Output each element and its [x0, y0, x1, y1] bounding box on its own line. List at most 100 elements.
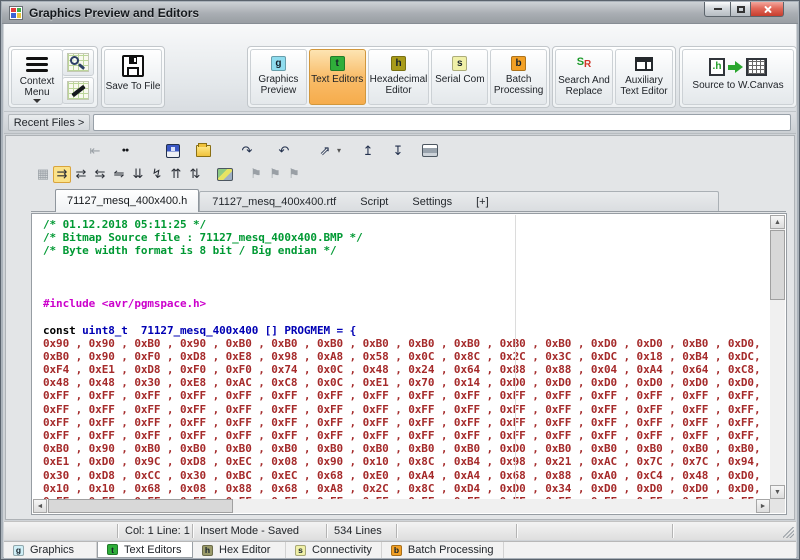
flip-vertical-icon[interactable]: ⇅: [186, 166, 204, 183]
status-bar: Col: 1 Line: 1 Insert Mode - Saved 534 L…: [4, 521, 796, 540]
search-replace-icon: SR: [577, 56, 592, 71]
redo-icon[interactable]: ↷: [238, 142, 256, 159]
bottom-tab-bar: g Graphics tText Editors h Hex Editor sConnec…: [4, 541, 796, 558]
hex-editor-icon: h: [202, 545, 213, 556]
code-line: [43, 284, 770, 297]
line-count: 534 Lines: [334, 525, 382, 537]
code-line: 0xFF , 0xFF , 0xFF , 0xFF , 0xFF , 0xFF …: [43, 403, 770, 416]
doc-tab[interactable]: [+]: [464, 192, 501, 211]
code-line: 0x48 , 0x48 , 0x30 , 0xE8 , 0xAC , 0xC8 …: [43, 376, 770, 389]
code-line: 0xFF , 0xFF , 0xFF , 0xFF , 0xFF , 0xFF …: [43, 429, 770, 442]
shift-bytes-right-icon[interactable]: ⇉: [53, 166, 71, 183]
scroll-up-arrow[interactable]: ▲: [770, 215, 785, 229]
find-icon[interactable]: ●●: [116, 142, 134, 159]
shift-up-icon[interactable]: ⇈: [167, 166, 185, 183]
recent-files-field[interactable]: [93, 114, 791, 131]
code-line: 0xFF , 0xFF , 0xFF , 0xFF , 0xFF , 0xFF …: [43, 416, 770, 429]
save-icon[interactable]: [166, 144, 180, 158]
export-icon[interactable]: ⇗: [316, 142, 334, 159]
data-table-icon[interactable]: ▦: [34, 166, 52, 183]
auxiliary-text-editor-label: Auxiliary Text Editor: [616, 75, 672, 97]
title-bar: Graphics Preview and Editors: [2, 2, 798, 24]
code-text[interactable]: /* 01.12.2018 05:11:25 *//* Bitmap Sourc…: [33, 215, 770, 499]
magnifier-grid-icon: [67, 53, 89, 72]
doc-tab-active[interactable]: 71127_mesq_400x400.h: [55, 189, 199, 212]
undo-icon[interactable]: ↶: [275, 142, 293, 159]
hamburger-icon: [26, 57, 48, 75]
minimize-button[interactable]: [704, 2, 731, 17]
code-line: 0xE1 , 0xD0 , 0x9C , 0xD8 , 0xEC , 0x08 …: [43, 455, 770, 468]
maximize-button[interactable]: [731, 2, 751, 17]
ribbon-button-hexadecimal-editor[interactable]: hHexadecimal Editor: [368, 49, 430, 105]
ribbon-button-label: Graphics Preview: [251, 74, 306, 96]
ribbon-button-serial-com[interactable]: sSerial Com: [431, 49, 488, 105]
bottom-tab-batch-processing[interactable]: bBatch Processing: [382, 542, 504, 558]
ribbon-button-batch-processing[interactable]: bBatch Processing: [490, 49, 547, 105]
recent-files-button[interactable]: Recent Files >: [8, 114, 90, 131]
code-editor: /* 01.12.2018 05:11:25 *//* Bitmap Sourc…: [31, 213, 787, 515]
code-line: 0xB0 , 0x90 , 0xF0 , 0xD8 , 0xE8 , 0x98 …: [43, 350, 770, 363]
scroll-left-arrow[interactable]: ◄: [33, 499, 47, 513]
right-margin-line: [515, 215, 516, 499]
document-tab-bar: 71127_mesq_400x400.h 71127_mesq_400x400.…: [31, 188, 786, 212]
ribbon: Context Menu Save To File gGraphics Prev…: [4, 24, 796, 112]
ribbon-group-tools: SR Search And Replace Auxiliary Text Edi…: [552, 46, 676, 108]
identifier: uint8_t 71127_mesq_400x400 [] PROGMEM = …: [76, 324, 356, 337]
open-file-icon[interactable]: [196, 145, 211, 157]
bottom-tab-hex-editor[interactable]: h Hex Editor: [193, 542, 286, 558]
bottom-tab-graphics[interactable]: g Graphics: [4, 542, 97, 558]
split-window-icon: [635, 57, 653, 71]
shift-down-icon[interactable]: ⇊: [129, 166, 147, 183]
graphics-icon: g: [13, 545, 24, 556]
rotate-data-icon[interactable]: ↯: [148, 166, 166, 183]
auxiliary-text-editor-button[interactable]: Auxiliary Text Editor: [615, 49, 673, 105]
ribbon-group-menu: Context Menu: [8, 46, 98, 108]
code-line: 0x90 , 0x90 , 0xB0 , 0x90 , 0xB0 , 0xB0 …: [43, 337, 770, 350]
text-editors-icon: t: [330, 56, 345, 71]
zoom-grid-button[interactable]: [62, 49, 94, 76]
bookmark-1-icon[interactable]: ⚑: [247, 166, 265, 183]
reverse-row-icon[interactable]: ⇆: [91, 166, 109, 183]
convert-output-icon[interactable]: [217, 168, 233, 181]
doc-tab[interactable]: 71127_mesq_400x400.rtf: [200, 192, 348, 211]
mirror-data-icon[interactable]: ⇋: [110, 166, 128, 183]
keyword: const: [43, 324, 76, 337]
swap-bytes-icon[interactable]: ⇄: [72, 166, 90, 183]
ribbon-button-text-editors[interactable]: tText Editors: [309, 49, 366, 105]
export-dropdown-icon[interactable]: ▾: [334, 142, 344, 159]
ribbon-button-graphics-preview[interactable]: gGraphics Preview: [250, 49, 307, 105]
editor-toolbar-row1: ⇤ ●● ↷ ↶ ⇗▾ ↥ ↧: [31, 140, 786, 161]
doc-tab[interactable]: Settings: [400, 192, 464, 211]
ribbon-group-apps: gGraphics PreviewtText EditorshHexadecim…: [247, 46, 550, 108]
ribbon-button-label: Batch Processing: [491, 74, 546, 96]
code-line: #include <avr/pgmspace.h>: [43, 297, 770, 310]
scroll-right-arrow[interactable]: ►: [756, 499, 770, 513]
save-to-file-button[interactable]: Save To File: [104, 49, 162, 105]
resize-grip[interactable]: [783, 527, 794, 538]
scroll-to-top-icon[interactable]: ↥: [359, 142, 377, 159]
bookmark-2-icon[interactable]: ⚑: [266, 166, 284, 183]
bottom-tab-label: Hex Editor: [219, 544, 270, 556]
scroll-to-bottom-icon[interactable]: ↧: [389, 142, 407, 159]
context-menu-button[interactable]: Context Menu: [11, 49, 63, 105]
pen-grid-button[interactable]: [62, 77, 94, 104]
app-icon: [9, 6, 23, 20]
scroll-down-arrow[interactable]: ▼: [770, 485, 785, 499]
minimize-icon: [714, 8, 722, 10]
bottom-tab-label: Batch Processing: [408, 544, 494, 556]
vertical-scrollbar[interactable]: ▲ ▼: [770, 215, 785, 499]
bottom-tab-label: Graphics: [30, 544, 74, 556]
close-button[interactable]: [751, 2, 784, 17]
doc-tab[interactable]: Script: [348, 192, 400, 211]
vertical-scroll-thumb[interactable]: [770, 230, 785, 300]
source-to-canvas-button[interactable]: .h Source to W.Canvas: [682, 49, 794, 105]
print-icon[interactable]: [422, 144, 438, 157]
close-file-icon[interactable]: ⇤: [86, 142, 104, 159]
horizontal-scroll-thumb[interactable]: [48, 499, 233, 513]
search-and-replace-button[interactable]: SR Search And Replace: [555, 49, 613, 105]
floppy-disk-icon: [122, 55, 144, 77]
bottom-tab-connectivity[interactable]: sConnectivity: [286, 542, 382, 558]
bookmark-3-icon[interactable]: ⚑: [285, 166, 303, 183]
bottom-tab-text-editors[interactable]: tText Editors: [97, 542, 193, 558]
horizontal-scrollbar[interactable]: ◄ ►: [33, 499, 770, 513]
